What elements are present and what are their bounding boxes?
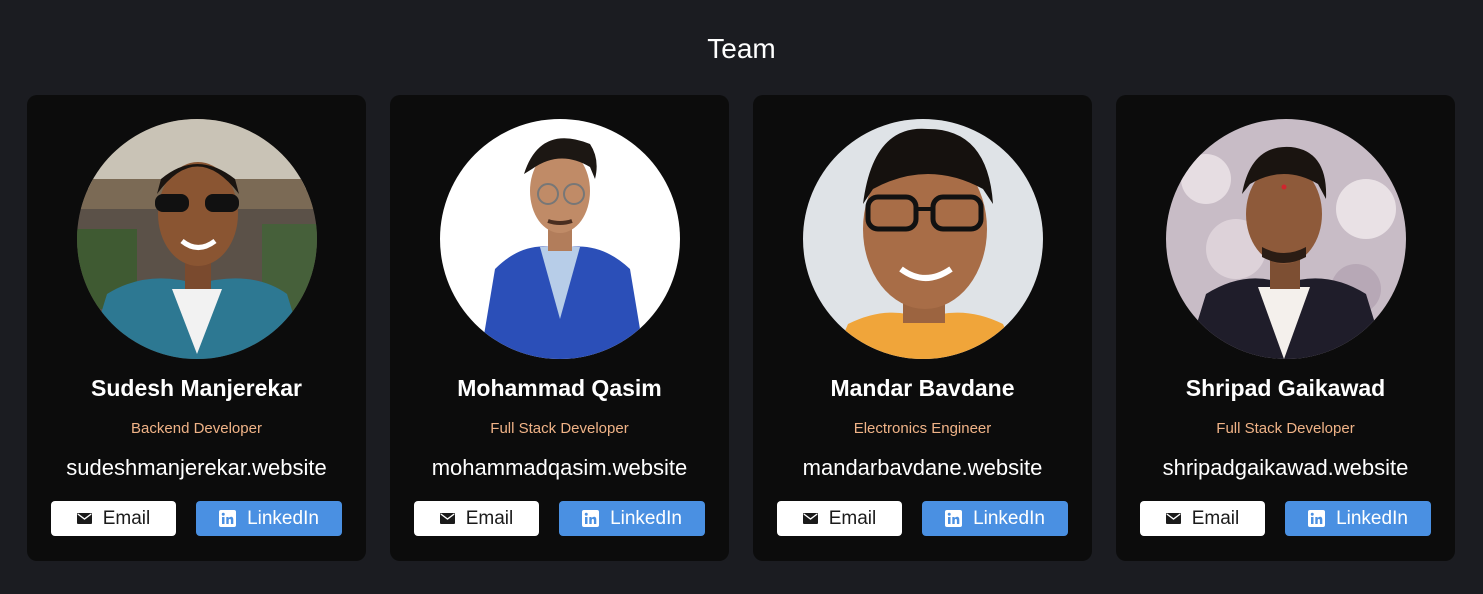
email-button-label: Email [1191, 507, 1240, 529]
linkedin-button-label: LinkedIn [610, 507, 682, 529]
member-website-link[interactable]: sudeshmanjerekar.website [27, 453, 366, 483]
email-button[interactable]: Email [414, 501, 539, 536]
team-card: Mandar Bavdane Electronics Engineer mand… [753, 95, 1092, 561]
avatar [440, 119, 680, 359]
envelope-icon [1165, 513, 1181, 524]
email-button-label: Email [465, 507, 514, 529]
team-section: Team Sudesh Manjerekar Backend Developer [0, 0, 1483, 594]
member-name: Sudesh Manjerekar [91, 375, 302, 401]
member-website-link[interactable]: mandarbavdane.website [753, 453, 1092, 483]
team-card: Mohammad Qasim Full Stack Developer moha… [390, 95, 729, 561]
linkedin-button[interactable]: LinkedIn [559, 501, 705, 536]
member-name: Shripad Gaikawad [1185, 375, 1386, 401]
member-name: Mohammad Qasim [457, 375, 662, 401]
email-button-label: Email [102, 507, 151, 529]
linkedin-icon [219, 510, 237, 527]
email-button[interactable]: Email [777, 501, 902, 536]
linkedin-button[interactable]: LinkedIn [922, 501, 1068, 536]
email-button[interactable]: Email [51, 501, 176, 536]
avatar [1166, 119, 1406, 359]
member-role: Electronics Engineer [853, 420, 992, 437]
member-name: Mandar Bavdane [830, 375, 1015, 401]
linkedin-button[interactable]: LinkedIn [196, 501, 342, 536]
member-role: Full Stack Developer [1216, 420, 1355, 437]
member-website-link[interactable]: shripadgaikawad.website [1116, 453, 1455, 483]
linkedin-icon [582, 510, 600, 527]
team-card: Sudesh Manjerekar Backend Developer sude… [27, 95, 366, 561]
linkedin-button-label: LinkedIn [1336, 507, 1408, 529]
email-button[interactable]: Email [1140, 501, 1265, 536]
envelope-icon [439, 513, 455, 524]
envelope-icon [802, 513, 818, 524]
linkedin-icon [945, 510, 963, 527]
team-card: Shripad Gaikawad Full Stack Developer sh… [1116, 95, 1455, 561]
member-website-link[interactable]: mohammadqasim.website [390, 453, 729, 483]
avatar [77, 119, 317, 359]
linkedin-button-label: LinkedIn [973, 507, 1045, 529]
linkedin-icon [1308, 510, 1326, 527]
member-role: Full Stack Developer [490, 420, 629, 437]
linkedin-button-label: LinkedIn [247, 507, 319, 529]
avatar [803, 119, 1043, 359]
member-role: Backend Developer [131, 420, 262, 437]
linkedin-button[interactable]: LinkedIn [1285, 501, 1431, 536]
email-button-label: Email [828, 507, 877, 529]
envelope-icon [76, 513, 92, 524]
section-title: Team [707, 33, 776, 64]
